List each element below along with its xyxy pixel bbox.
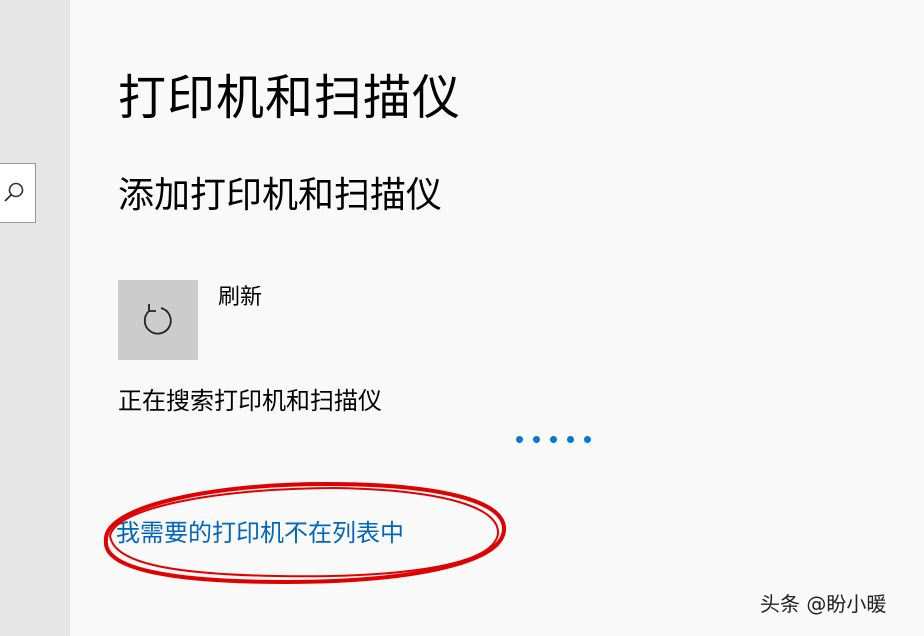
search-icon[interactable] xyxy=(3,181,25,203)
page-title: 打印机和扫描仪 xyxy=(118,70,462,126)
printer-not-listed-link[interactable]: 我需要的打印机不在列表中 xyxy=(116,516,404,550)
watermark: 头条 @盼小暖 xyxy=(760,592,887,616)
progress-dot xyxy=(584,436,591,443)
search-box[interactable] xyxy=(0,163,36,223)
refresh-button[interactable] xyxy=(118,280,198,360)
searching-status: 正在搜索打印机和扫描仪 xyxy=(118,387,382,415)
refresh-label[interactable]: 刷新 xyxy=(218,282,262,314)
sidebar xyxy=(0,0,70,636)
settings-main: 打印机和扫描仪 添加打印机和扫描仪 刷新 正在搜索打印机和扫描仪 我需要的打印机… xyxy=(70,0,924,636)
progress-dot xyxy=(516,436,523,443)
progress-dot xyxy=(550,436,557,443)
refresh-icon xyxy=(143,304,172,335)
progress-dot xyxy=(533,436,540,443)
progress-indicator xyxy=(516,434,596,446)
add-printers-heading: 添加打印机和扫描仪 xyxy=(118,175,443,216)
progress-dot xyxy=(567,436,574,443)
